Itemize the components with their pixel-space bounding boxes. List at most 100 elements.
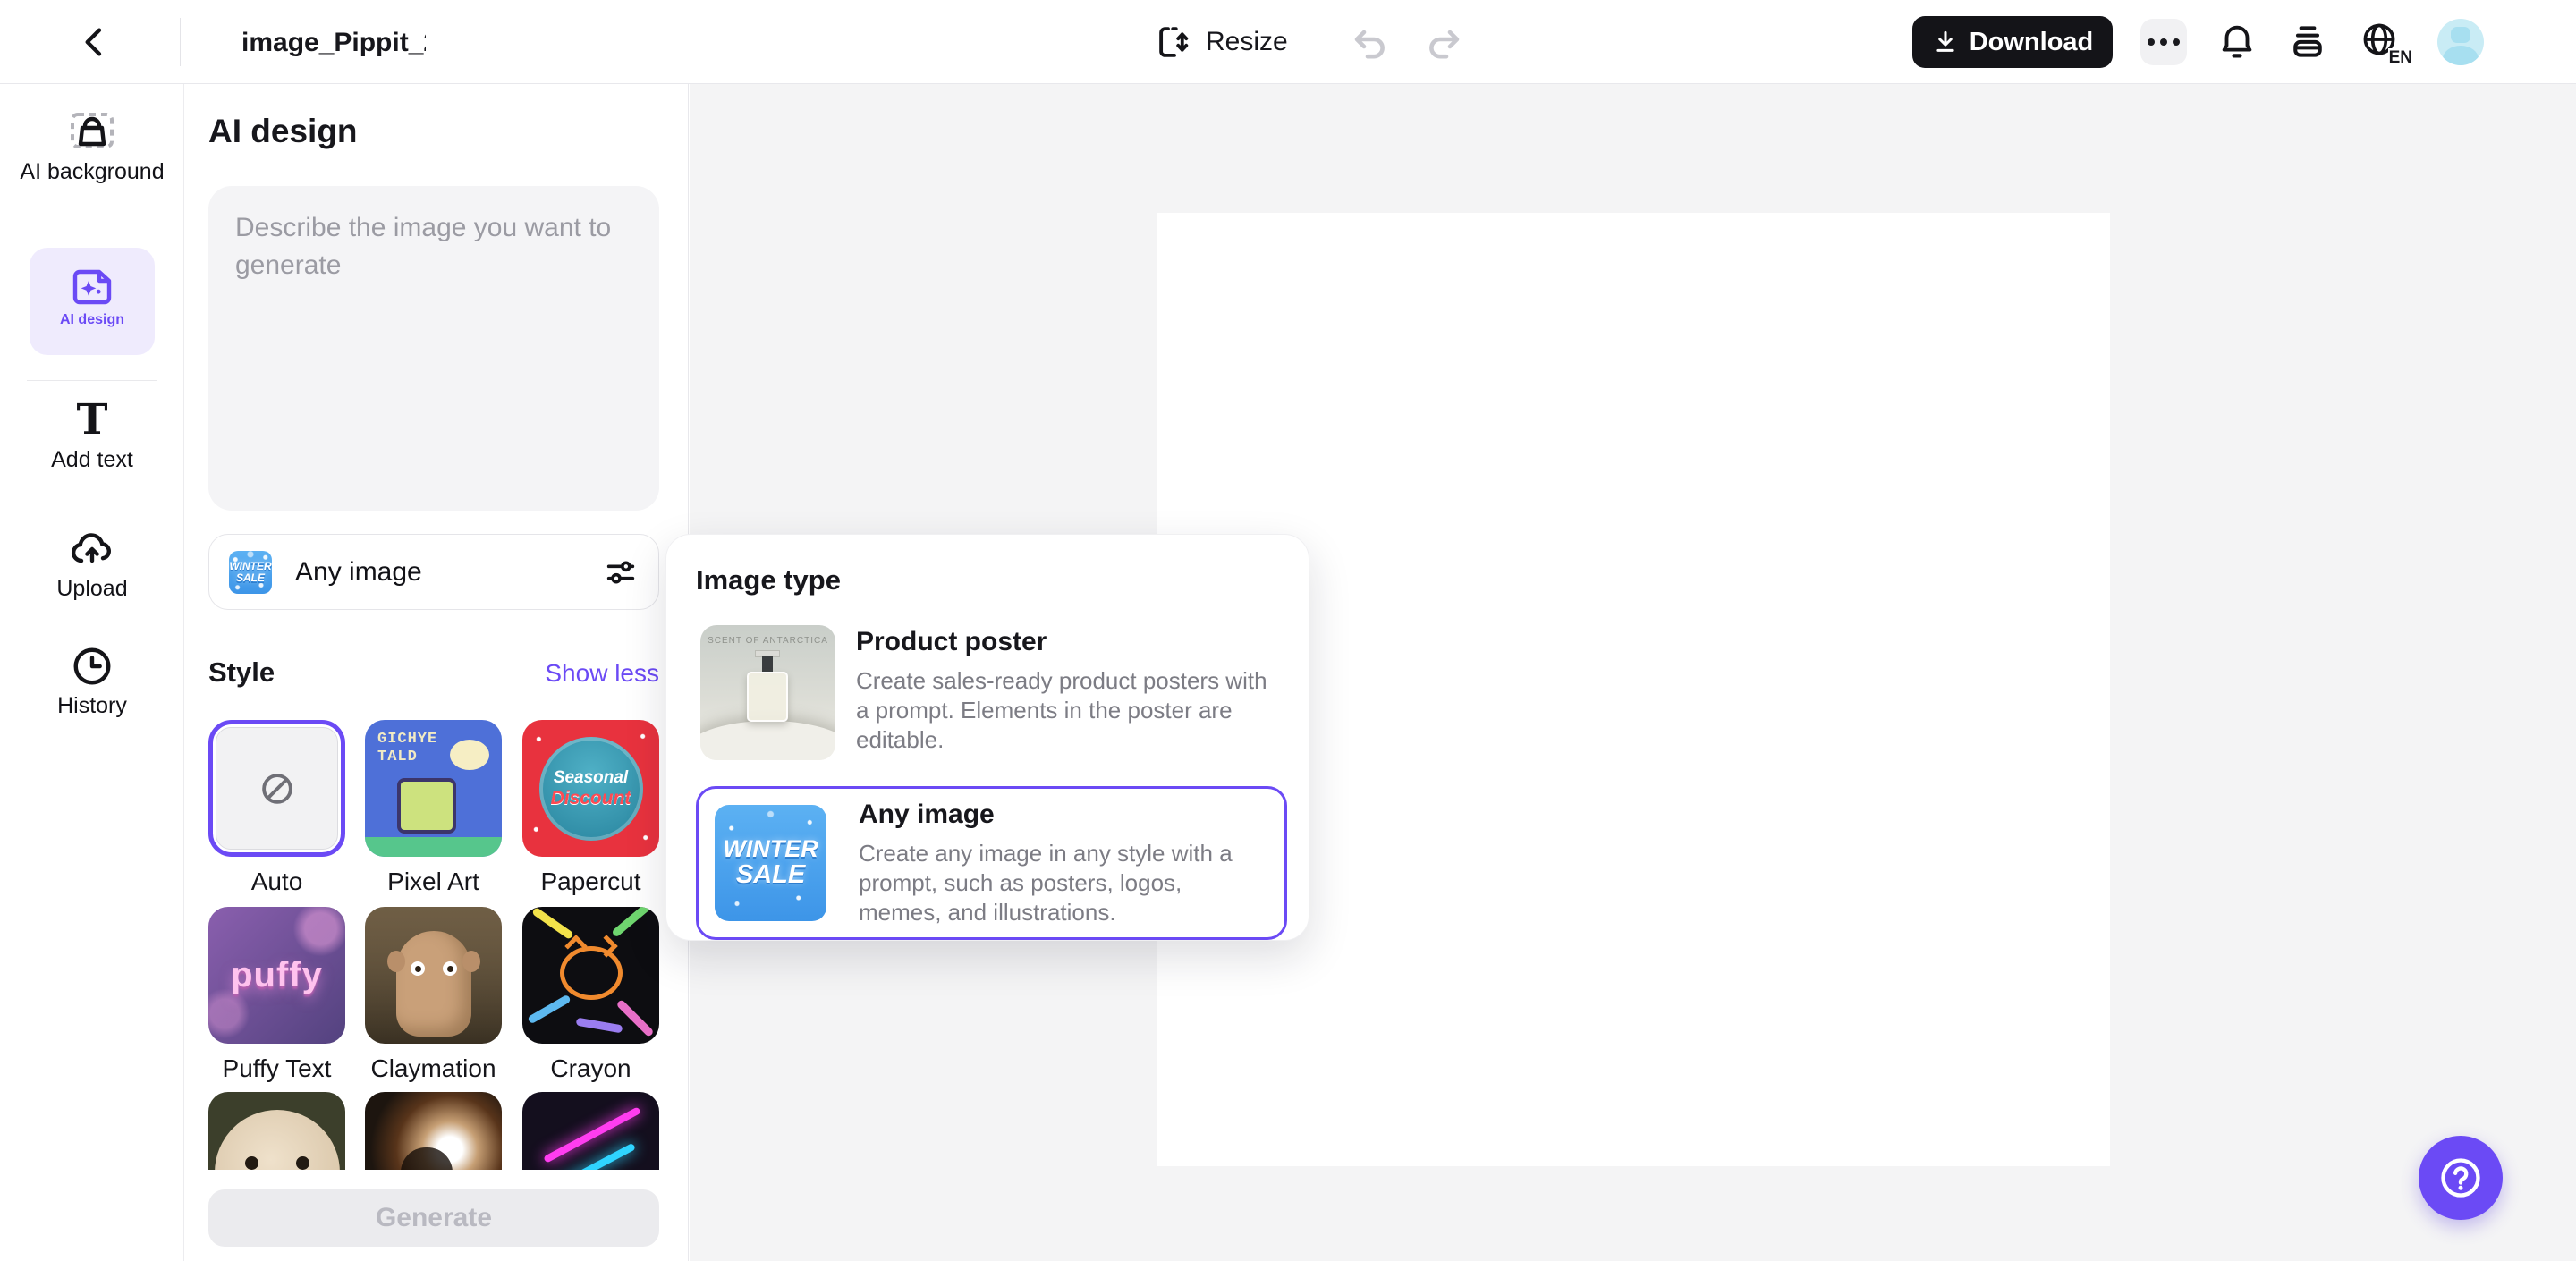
- style-section-header: Style Show less: [208, 656, 659, 689]
- download-label: Download: [1969, 27, 2094, 56]
- question-mark-icon: [2441, 1158, 2480, 1198]
- any-image-thumbnail: WINTER SALE: [715, 805, 826, 921]
- puffy-text-thumbnail: puffy: [208, 907, 345, 1044]
- dot: [2148, 38, 2155, 46]
- app-root: image_Pippit_20 Resize Download: [0, 0, 2576, 1261]
- image-type-selector[interactable]: WINTER SALE Any image: [208, 534, 659, 610]
- crayon-scribble: [611, 907, 652, 938]
- crayon-scribble: [615, 998, 655, 1038]
- avatar[interactable]: [2437, 19, 2484, 65]
- clay-ear: [462, 951, 480, 972]
- thumb-text: WINTER: [723, 835, 818, 863]
- generate-button[interactable]: Generate: [208, 1189, 659, 1247]
- sidebar-item-add-text[interactable]: T Add text: [0, 399, 184, 473]
- option-any-image[interactable]: WINTER SALE Any image Create any image i…: [696, 786, 1287, 940]
- notifications-button[interactable]: [2216, 21, 2258, 63]
- tool-sidebar: AI background AI design T Add text Uploa…: [0, 84, 184, 1261]
- bell-icon: [2222, 25, 2252, 58]
- selected-type-label: Any image: [295, 556, 422, 587]
- pixel-bubble: [450, 740, 489, 770]
- prompt-input[interactable]: [208, 186, 659, 511]
- crayon-cat-ear: [595, 935, 618, 958]
- language-button[interactable]: EN: [2360, 20, 2413, 68]
- download-icon: [1936, 30, 1954, 52]
- image-type-popup: Image type SCENT OF ANTARCTICA Product p…: [665, 534, 1309, 941]
- show-less-link[interactable]: Show less: [545, 659, 659, 688]
- thumb-text: WINTER: [229, 560, 272, 573]
- selected-style-ring: [208, 720, 345, 857]
- option-product-poster[interactable]: SCENT OF ANTARCTICA Product poster Creat…: [700, 625, 1282, 761]
- option-description: Create any image in any style with a pro…: [859, 840, 1233, 926]
- style-tile-puffy-text[interactable]: puffy Puffy Text: [208, 907, 345, 1083]
- style-label: Crayon: [550, 1054, 631, 1082]
- help-button[interactable]: [2419, 1136, 2503, 1220]
- back-chevron-icon: [85, 28, 102, 56]
- more-button[interactable]: [2140, 19, 2187, 65]
- ai-design-icon: [72, 269, 112, 305]
- poster-mound: [700, 721, 835, 760]
- pixel-art-thumbnail: GICHYE TALD: [365, 720, 502, 857]
- sidebar-item-history[interactable]: History: [0, 644, 184, 719]
- option-title: Any image: [859, 800, 995, 829]
- crayon-cat-face: [560, 935, 623, 1000]
- clay-eye: [442, 961, 457, 976]
- add-text-icon: T: [76, 395, 108, 444]
- undo-button[interactable]: [1349, 22, 1392, 65]
- language-label: EN: [2387, 48, 2413, 68]
- resize-button[interactable]: Resize: [1156, 0, 1288, 84]
- plush-eye: [295, 1155, 309, 1170]
- bottle-cap: [762, 656, 773, 673]
- thumb-text: Seasonal: [553, 767, 629, 787]
- thumb-text: Discount: [550, 787, 631, 808]
- sidebar-item-label: AI background: [20, 159, 165, 184]
- topbar: image_Pippit_20 Resize Download: [0, 0, 2576, 84]
- clay-ear: [386, 951, 405, 972]
- sidebar-item-label: Add text: [51, 447, 133, 472]
- filter-sliders-icon: [606, 560, 635, 584]
- style-tile-crayon[interactable]: Crayon: [522, 907, 659, 1083]
- dot: [2173, 38, 2180, 46]
- crayon-thumbnail: [522, 907, 659, 1044]
- resize-label: Resize: [1206, 27, 1288, 56]
- back-button[interactable]: [75, 22, 114, 62]
- thumb-text: TALD: [377, 749, 418, 766]
- popup-title: Image type: [696, 564, 841, 596]
- redo-button[interactable]: [1422, 22, 1465, 65]
- style-label: Auto: [250, 867, 303, 895]
- assets-button[interactable]: [2288, 21, 2329, 63]
- panel-title: AI design: [208, 113, 358, 149]
- clay-eye: [410, 961, 425, 976]
- resize-icon: [1159, 27, 1189, 57]
- sidebar-item-label: Upload: [56, 576, 128, 601]
- style-tile-claymation[interactable]: Claymation: [365, 907, 502, 1083]
- avatar-body: [2443, 46, 2479, 65]
- sidebar-divider: [27, 380, 157, 381]
- selected-type-thumbnail: WINTER SALE: [229, 550, 272, 594]
- thumb-text: SALE: [735, 859, 806, 889]
- style-tile-papercut[interactable]: Seasonal Discount Papercut: [522, 720, 659, 896]
- history-clock-icon: [73, 647, 111, 685]
- undo-icon: [1354, 30, 1385, 59]
- download-button[interactable]: Download: [1912, 16, 2113, 68]
- plush-eye: [244, 1155, 258, 1170]
- style-tile-auto[interactable]: Auto: [208, 720, 345, 896]
- style-label: Claymation: [370, 1054, 496, 1082]
- thumb-text: SALE: [235, 571, 265, 584]
- style-tile-pixel-art[interactable]: GICHYE TALD Pixel Art: [365, 720, 502, 896]
- sidebar-item-upload[interactable]: Upload: [0, 526, 184, 602]
- dot: [2160, 38, 2167, 46]
- sidebar-item-ai-design[interactable]: AI design: [30, 248, 155, 355]
- none-prohibited-icon: [261, 773, 292, 804]
- ai-background-icon: [71, 113, 114, 148]
- sidebar-item-label: AI design: [59, 312, 124, 327]
- panel-bottom-bar: Generate: [184, 1170, 688, 1261]
- style-label: Puffy Text: [222, 1054, 332, 1082]
- crayon-scribble: [527, 994, 572, 1025]
- avatar-head: [2451, 27, 2470, 43]
- topbar-divider: [180, 18, 181, 66]
- option-title: Product poster: [856, 627, 1047, 656]
- sidebar-item-ai-background[interactable]: AI background: [0, 109, 184, 185]
- bottle-body: [747, 672, 788, 722]
- upload-cloud-icon: [71, 533, 111, 563]
- style-label: Papercut: [540, 867, 641, 895]
